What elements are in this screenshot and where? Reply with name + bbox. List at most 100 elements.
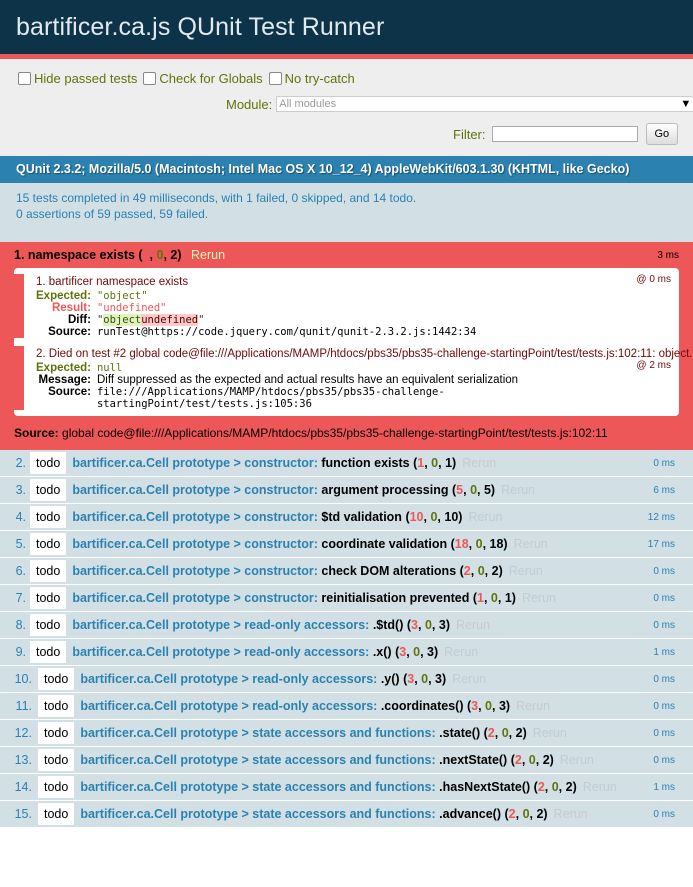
rerun-link[interactable]: Rerun — [509, 564, 543, 578]
todo-badge: todo — [30, 587, 67, 609]
rerun-link[interactable]: Rerun — [452, 672, 486, 686]
counts-sep: , — [478, 699, 486, 713]
test-name[interactable]: .x() — [373, 645, 392, 659]
todo-badge: todo — [38, 749, 75, 771]
test-number: 15. — [14, 807, 32, 821]
todo-test-item[interactable]: 12. todo bartificer.ca.Cell prototype > st… — [0, 720, 693, 747]
test-name[interactable]: check DOM alterations — [321, 564, 456, 578]
test-runtime: 0 ms — [653, 727, 675, 739]
rerun-link[interactable]: Rerun — [514, 537, 548, 551]
test-name[interactable]: reinitialisation prevented — [321, 591, 469, 605]
test-runtime: 0 ms — [653, 565, 675, 577]
fail-count: 2 — [487, 726, 495, 740]
counts-sep: , — [149, 248, 157, 262]
assertion-item: 1. bartificer namespace exists @ 0 ms Ex… — [14, 274, 671, 338]
counts-sep: , — [431, 618, 439, 632]
todo-test-item[interactable]: 2. todo bartificer.ca.Cell prototype > con… — [0, 450, 693, 477]
module-name: bartificer.ca.Cell prototype > read-only… — [80, 672, 378, 686]
fail-count: 10 — [409, 510, 424, 524]
test-runtime: 17 ms — [647, 538, 675, 550]
test-name[interactable]: .advance() — [439, 807, 501, 821]
todo-test-item[interactable]: 13. todo bartificer.ca.Cell prototype > st… — [0, 747, 693, 774]
counts-sep: , — [418, 618, 425, 632]
failed-test-item: 1. namespace exists (2, 0, 2) Rerun 3 ms… — [0, 242, 693, 450]
todo-badge: todo — [30, 452, 67, 474]
assertion-item: 2. Died on test #2 global code@file:///A… — [14, 346, 693, 410]
counts-close: ) — [503, 537, 508, 551]
test-name[interactable]: argument processing — [321, 483, 448, 497]
module-label: Module: — [226, 96, 273, 112]
test-source-label: Source: — [14, 426, 59, 440]
test-name[interactable]: .coordinates() — [381, 699, 464, 713]
go-button[interactable]: Go — [645, 123, 679, 145]
rerun-link[interactable]: Rerun — [516, 699, 550, 713]
module-name: bartificer.ca.Cell prototype > construct… — [72, 564, 318, 578]
todo-test-item[interactable]: 4. todo bartificer.ca.Cell prototype > con… — [0, 504, 693, 531]
test-runtime: 0 ms — [653, 808, 675, 820]
counts-close: ) — [505, 699, 511, 713]
todo-badge: todo — [38, 803, 75, 825]
test-number: 12. — [14, 726, 32, 740]
todo-badge: todo — [38, 722, 75, 744]
test-name[interactable]: namespace exists — [28, 248, 135, 262]
test-number: 2. — [15, 456, 26, 470]
counts-close: ) — [434, 645, 439, 659]
rerun-link[interactable]: Rerun — [522, 591, 556, 605]
rerun-link[interactable]: Rerun — [533, 726, 567, 740]
rerun-link[interactable]: Rerun — [191, 248, 225, 262]
todo-test-item[interactable]: 8. todo bartificer.ca.Cell prototype > rea… — [0, 612, 693, 639]
rerun-link[interactable]: Rerun — [560, 753, 594, 767]
filter-input[interactable] — [491, 126, 638, 142]
rerun-link[interactable]: Rerun — [468, 510, 502, 524]
test-number: 8. — [15, 618, 26, 632]
rerun-link[interactable]: Rerun — [501, 483, 535, 497]
page-title[interactable]: bartificer.ca.js QUnit Test Runner — [16, 13, 384, 42]
test-name[interactable]: $td validation — [321, 510, 402, 524]
hide-passed-option[interactable]: Hide passed tests — [18, 71, 137, 86]
fail-count: 2 — [514, 753, 522, 767]
test-runtime: 0 ms — [653, 700, 675, 712]
todo-test-item[interactable]: 11. todo bartificer.ca.Cell prototype > re… — [0, 693, 693, 720]
test-name[interactable]: .state() — [439, 726, 480, 740]
rerun-link[interactable]: Rerun — [462, 456, 496, 470]
module-name: bartificer.ca.Cell prototype > read-only… — [72, 618, 370, 632]
counts-sep: , — [515, 807, 523, 821]
rerun-link[interactable]: Rerun — [444, 645, 478, 659]
test-name[interactable]: coordinate validation — [321, 537, 447, 551]
test-name[interactable]: .y() — [381, 672, 400, 686]
test-name[interactable]: .nextState() — [439, 753, 507, 767]
no-try-catch-option[interactable]: No try-catch — [268, 71, 355, 86]
diff-value: "objectundefined" — [97, 314, 476, 326]
fail-count: 3 — [411, 618, 418, 632]
test-name[interactable]: function exists — [321, 456, 409, 470]
todo-test-item[interactable]: 6. todo bartificer.ca.Cell prototype > con… — [0, 558, 693, 585]
source-line-2: startingPoint/test/tests.js:105:36 — [96, 398, 312, 410]
todo-test-item[interactable]: 9. todo bartificer.ca.Cell prototype > rea… — [0, 639, 693, 666]
check-globals-checkbox[interactable] — [143, 72, 157, 85]
rerun-link[interactable]: Rerun — [456, 618, 490, 632]
counts-sep: , — [535, 753, 543, 767]
hide-passed-checkbox[interactable] — [18, 72, 31, 85]
rerun-link[interactable]: Rerun — [554, 807, 588, 821]
todo-test-item[interactable]: 7. todo bartificer.ca.Cell prototype > con… — [0, 585, 693, 612]
todo-test-item[interactable]: 14. todo bartificer.ca.Cell prototype > st… — [0, 774, 693, 801]
test-name[interactable]: .hasNextState() — [439, 780, 530, 794]
todo-badge: todo — [30, 479, 67, 501]
todo-test-item[interactable]: 10. todo bartificer.ca.Cell prototype > re… — [0, 666, 693, 693]
todo-test-item[interactable]: 15. todo bartificer.ca.Cell prototype > st… — [0, 801, 693, 828]
test-name[interactable]: .$td() — [373, 618, 404, 632]
test-runtime: 0 ms — [653, 619, 675, 631]
todo-test-item[interactable]: 5. todo bartificer.ca.Cell prototype > con… — [0, 531, 693, 558]
expected-label: Expected: — [36, 362, 91, 374]
todo-badge: todo — [38, 668, 75, 690]
todo-test-list: 2. todo bartificer.ca.Cell prototype > con… — [0, 450, 693, 828]
counts-close: ) — [452, 456, 457, 470]
module-name: bartificer.ca.Cell prototype > construct… — [72, 456, 318, 470]
module-select[interactable]: All modules ▼ — [276, 96, 693, 112]
counts-close: ) — [522, 726, 527, 740]
check-globals-option[interactable]: Check for Globals — [143, 71, 263, 86]
rerun-link[interactable]: Rerun — [583, 780, 617, 794]
todo-test-item[interactable]: 3. todo bartificer.ca.Cell prototype > con… — [0, 477, 693, 504]
no-try-catch-checkbox[interactable] — [268, 72, 282, 85]
counts-close: ) — [177, 248, 182, 262]
